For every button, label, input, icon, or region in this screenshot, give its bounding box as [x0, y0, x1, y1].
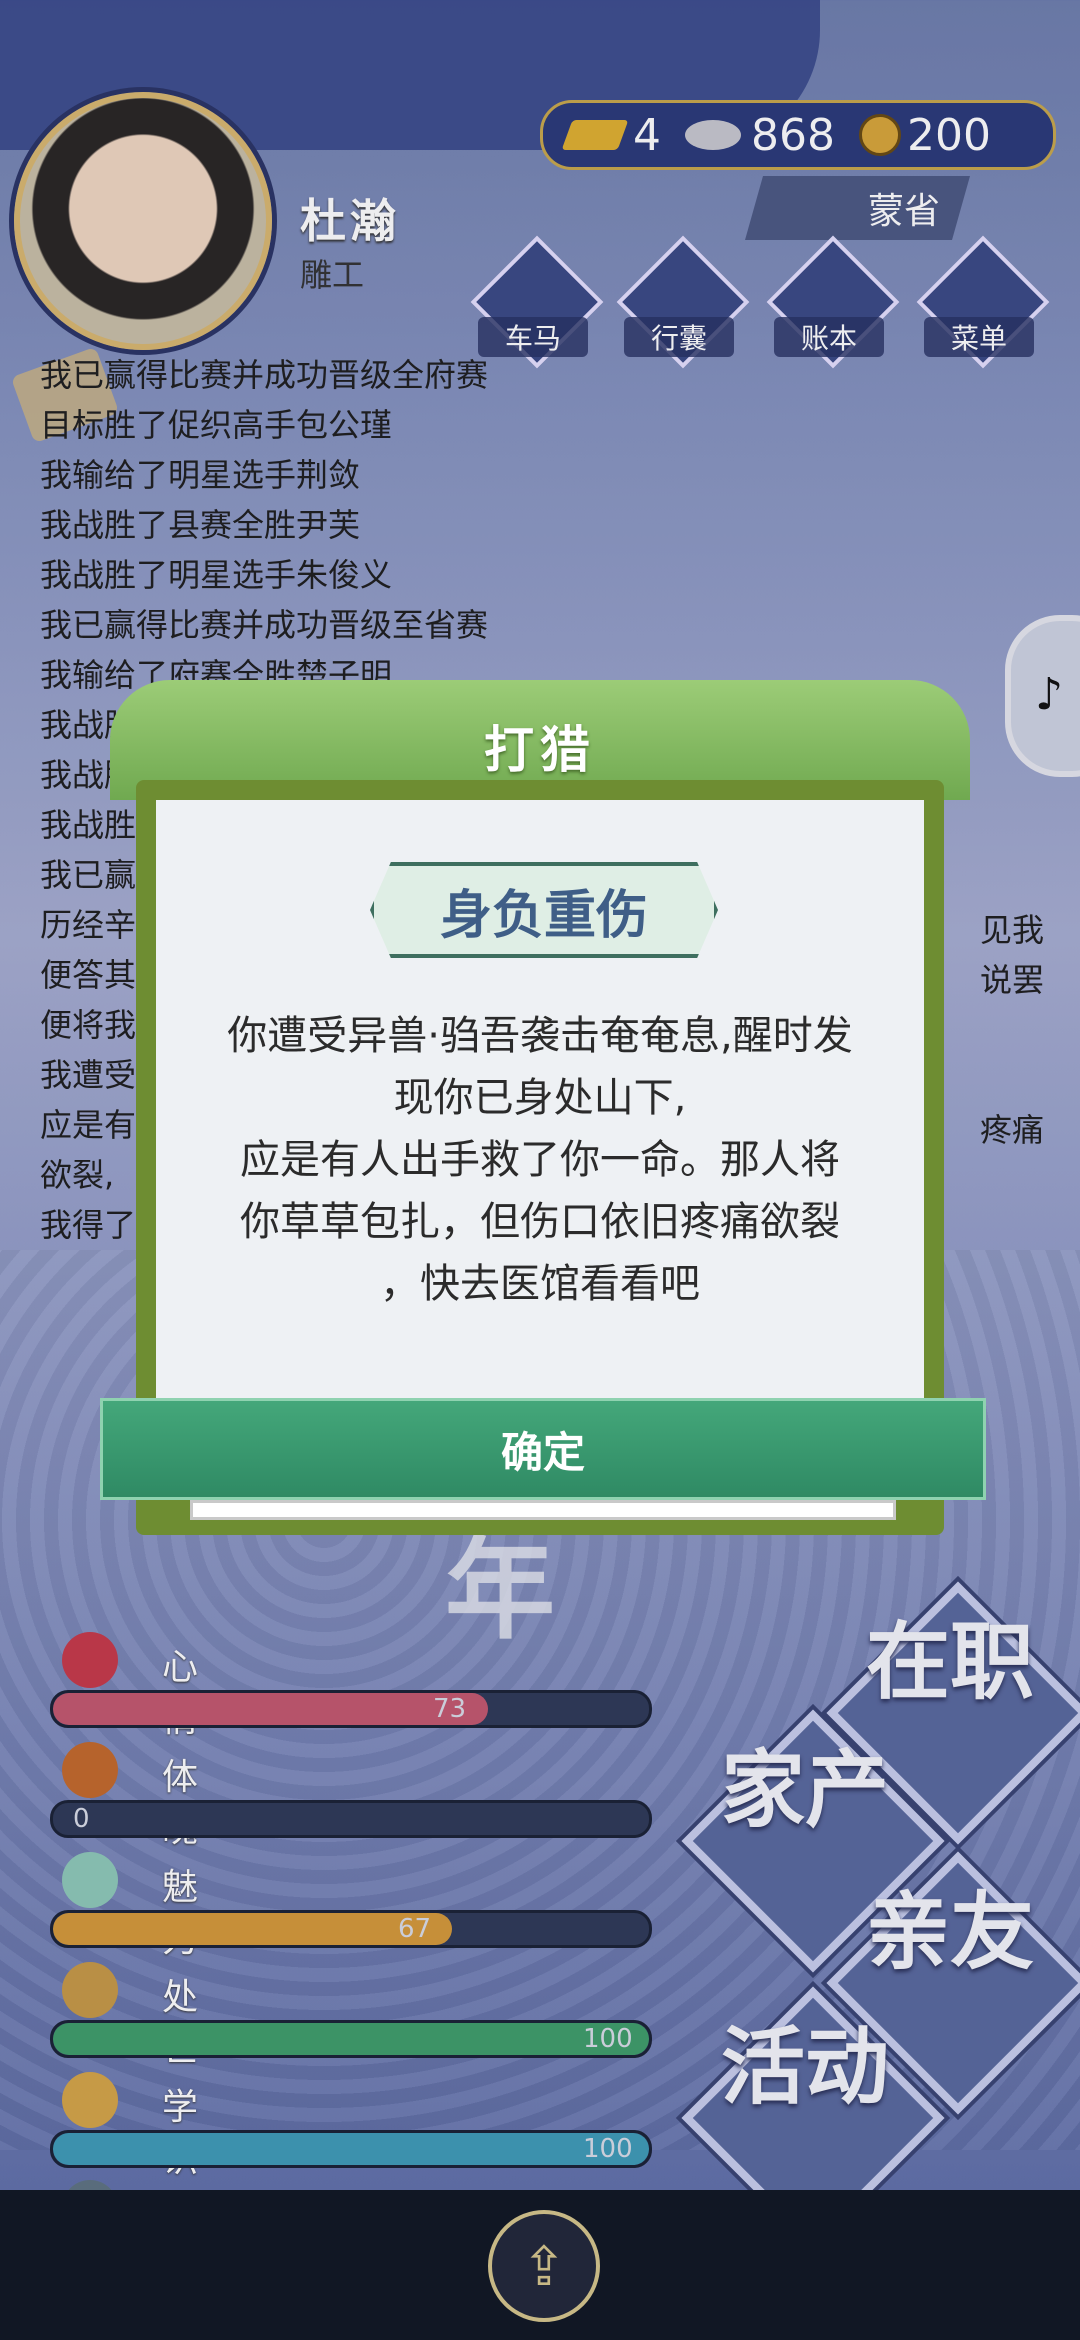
modal-title: 打猎 [484, 721, 596, 779]
modal-message: 你遭受异兽·驺吾袭击奄奄息,醒时发 现你已身处山下, 应是有人出手救了你一命。那… [227, 1013, 853, 1307]
result-badge: 身负重伤 [370, 862, 718, 958]
modal-bottom-strip [190, 1500, 896, 1520]
confirm-button[interactable]: 确定 [100, 1398, 986, 1500]
